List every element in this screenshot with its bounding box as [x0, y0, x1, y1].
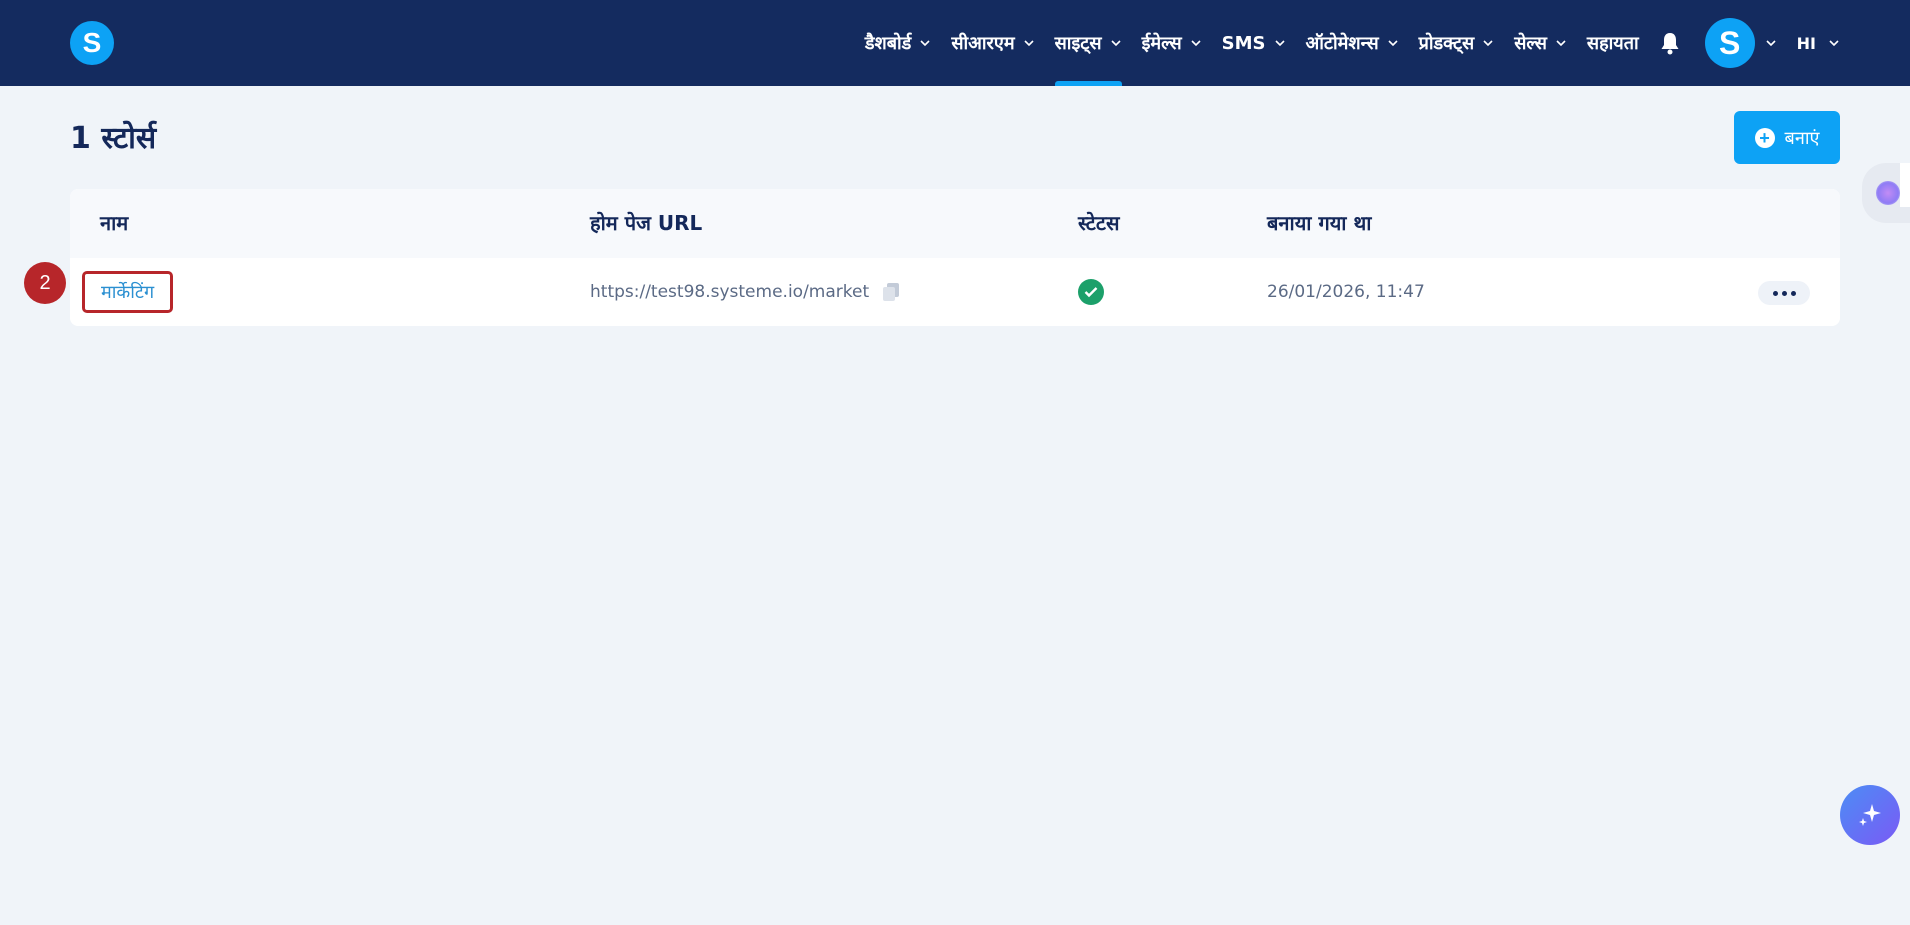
check-icon: [1078, 279, 1104, 305]
chevron-down-icon: [1483, 40, 1493, 47]
chevron-down-icon[interactable]: [1765, 37, 1777, 49]
bell-icon[interactable]: [1659, 31, 1683, 55]
sparkle-icon[interactable]: [1840, 785, 1900, 845]
nav-label: सीआरएम: [951, 33, 1015, 54]
column-header-url: होम पेज URL: [590, 211, 703, 235]
copy-icon[interactable]: [883, 283, 900, 301]
nav-label: डैशबोर्ड: [864, 33, 912, 54]
nav-label: सहायता: [1586, 33, 1639, 54]
language-selector[interactable]: HI: [1797, 34, 1840, 53]
nav-dashboard[interactable]: डैशबोर्ड: [865, 0, 931, 86]
plus-icon: +: [1754, 127, 1775, 148]
store-name-link[interactable]: मार्केटिंग: [82, 271, 174, 313]
created-date: 26/01/2026, 11:47: [1267, 282, 1425, 302]
nav-sales[interactable]: सेल्स: [1514, 0, 1567, 86]
cell-created: 26/01/2026, 11:47: [1267, 258, 1425, 326]
column-header-created: बनाया गया था: [1267, 211, 1372, 235]
column-header-name: नाम: [100, 211, 129, 235]
cell-name: मार्केटिंग: [82, 258, 174, 326]
nav-crm[interactable]: सीआरएम: [951, 0, 1034, 86]
nav-sms[interactable]: SMS: [1222, 0, 1286, 86]
page-title: 1 स्टोर्स: [70, 121, 157, 156]
cell-url: https://test98.systeme.io/market: [590, 258, 900, 326]
step-badge: 2: [24, 262, 66, 304]
nav-products[interactable]: प्रोडक्ट्स: [1419, 0, 1495, 86]
nav-emails[interactable]: ईमेल्स: [1142, 0, 1202, 86]
top-navbar: S डैशबोर्ड सीआरएम साइट्स ईमेल्स SMS ऑटोम…: [0, 0, 1910, 86]
nav-automations[interactable]: ऑटोमेशन्स: [1306, 0, 1399, 86]
chevron-down-icon: [1388, 40, 1398, 47]
app-logo[interactable]: S: [70, 21, 114, 65]
main-nav: डैशबोर्ड सीआरएम साइट्स ईमेल्स SMS ऑटोमेश…: [845, 0, 1910, 86]
nav-label: प्रोडक्ट्स: [1418, 33, 1475, 54]
nav-label: ऑटोमेशन्स: [1305, 33, 1379, 54]
avatar[interactable]: S: [1704, 18, 1755, 68]
language-label: HI: [1796, 33, 1816, 53]
create-button[interactable]: + बनाएं: [1734, 111, 1840, 164]
chevron-down-icon: [1110, 40, 1121, 47]
cell-status: [1078, 258, 1104, 326]
nav-label: ईमेल्स: [1141, 33, 1182, 54]
nav-label: साइट्स: [1054, 33, 1102, 54]
chevron-down-icon: [1829, 40, 1839, 47]
column-header-status: स्टेटस: [1078, 211, 1120, 235]
create-button-label: बनाएं: [1784, 127, 1820, 149]
table-header: नाम होम पेज URL स्टेटस बनाया गया था: [70, 189, 1840, 258]
chevron-down-icon: [1274, 40, 1285, 47]
chevron-down-icon: [920, 40, 930, 47]
store-url: https://test98.systeme.io/market: [590, 282, 870, 302]
chevron-down-icon: [1191, 40, 1201, 47]
more-icon[interactable]: [1758, 281, 1810, 305]
nav-label: सेल्स: [1514, 33, 1547, 54]
table-row: मार्केटिंग https://test98.systeme.io/mar…: [70, 258, 1840, 326]
widget-icon: [1876, 181, 1900, 205]
chevron-down-icon: [1556, 40, 1566, 47]
stores-table: नाम होम पेज URL स्टेटस बनाया गया था मार्…: [70, 189, 1840, 326]
nav-label: SMS: [1221, 32, 1266, 54]
side-widget[interactable]: [1862, 163, 1910, 223]
nav-sites[interactable]: साइट्स: [1054, 0, 1122, 86]
chevron-down-icon: [1024, 40, 1034, 47]
nav-help[interactable]: सहायता: [1587, 0, 1639, 86]
